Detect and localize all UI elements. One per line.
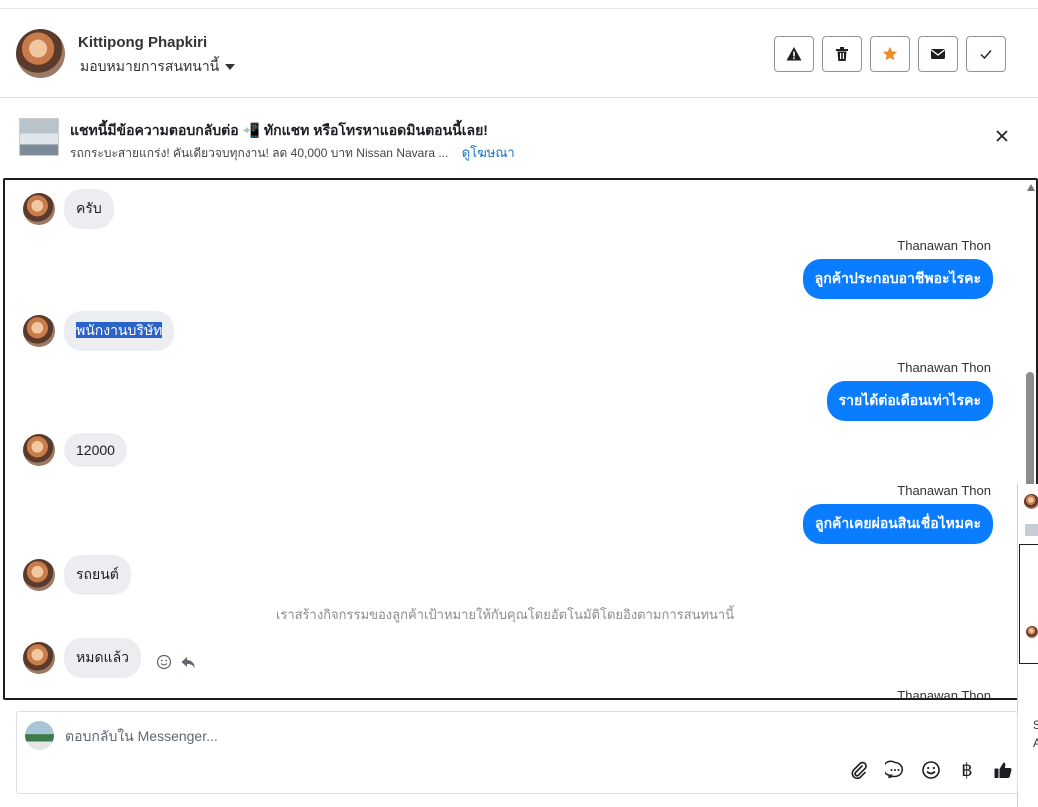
incoming-message: ครับ <box>23 189 114 229</box>
messenger-inbox-page: Kittipong Phapkiri มอบหมายการสนทนานี้ แช… <box>0 0 1038 807</box>
message-bubble[interactable]: รายได้ต่อเดือนเท่าไรคะ <box>826 381 993 421</box>
sender-name: Thanawan Thon <box>897 483 991 498</box>
composer-tools: ฿ <box>849 760 1013 780</box>
message-bubble[interactable]: 12000 <box>64 433 127 467</box>
caret-down-icon <box>225 64 236 70</box>
ad-thumbnail[interactable] <box>1025 524 1038 536</box>
system-note: เราสร้างกิจกรรมของลูกค้าเป้าหมายให้กับคุ… <box>275 607 735 622</box>
panel-box <box>1019 544 1038 664</box>
panel-text: S <box>1033 718 1038 732</box>
sender-name: Thanawan Thon <box>897 360 991 375</box>
done-button[interactable] <box>966 36 1006 72</box>
scrollbar-thumb[interactable] <box>1026 372 1034 502</box>
paperclip-icon <box>851 761 867 780</box>
baht-icon: ฿ <box>961 759 973 780</box>
view-ad-link[interactable]: ดูโฆษณา <box>462 145 515 160</box>
contact-avatar[interactable] <box>1024 494 1038 509</box>
thumbs-up-icon <box>994 762 1012 778</box>
chat-bubble-icon <box>885 760 903 779</box>
scroll-up-arrow-icon[interactable] <box>1027 184 1035 191</box>
incoming-message: พนักงานบริษัท <box>23 311 175 351</box>
contact-avatar[interactable] <box>23 642 55 674</box>
message-bubble[interactable]: ลูกค้าประกอบอาชีพอะไรคะ <box>802 259 993 299</box>
emoji-button[interactable] <box>921 760 941 780</box>
ad-banner: แชทนี้มีข้อความตอบกลับต่อ 📲 ทักแชท หรือโ… <box>0 98 1038 178</box>
reply-composer: ฿ <box>16 711 1018 794</box>
message-bubble[interactable]: หมดแล้ว <box>64 638 142 678</box>
like-button[interactable] <box>993 760 1013 780</box>
saved-reply-button[interactable] <box>885 760 905 780</box>
assign-label: มอบหมายการสนทนานี้ <box>80 58 220 74</box>
page-avatar <box>25 721 54 750</box>
check-icon <box>980 50 992 60</box>
contact-avatar[interactable] <box>23 559 55 591</box>
ad-thumbnail[interactable] <box>19 118 59 156</box>
payment-button[interactable]: ฿ <box>957 760 977 780</box>
mark-unread-button[interactable] <box>918 36 958 72</box>
message-tools <box>156 654 196 670</box>
assign-conversation-dropdown[interactable]: มอบหมายการสนทนานี้ <box>80 56 236 78</box>
ad-title: แชทนี้มีข้อความตอบกลับต่อ 📲 ทักแชท หรือโ… <box>70 122 488 138</box>
warning-icon <box>786 47 802 61</box>
incoming-message: หมดแล้ว <box>23 638 196 678</box>
contact-name[interactable]: Kittipong Phapkiri <box>78 34 207 51</box>
contact-avatar[interactable] <box>16 29 65 78</box>
message-thread[interactable]: ครับ Thanawan Thon ลูกค้าประกอบอาชีพอะไร… <box>3 178 1038 700</box>
contact-avatar[interactable] <box>1026 626 1038 638</box>
conversation-header: Kittipong Phapkiri มอบหมายการสนทนานี้ <box>0 8 1038 98</box>
contact-avatar[interactable] <box>23 434 55 466</box>
message-bubble[interactable]: รถยนต์ <box>64 555 131 595</box>
report-button[interactable] <box>774 36 814 72</box>
ad-subtitle: รถกระบะสายแกร่ง! คันเดียวจบทุกงาน! ลด 40… <box>70 146 449 160</box>
attach-button[interactable] <box>849 760 869 780</box>
side-panel-peek: S A <box>1017 484 1038 807</box>
emoji-icon <box>922 761 940 779</box>
sender-name: Thanawan Thon <box>897 238 991 253</box>
close-icon[interactable] <box>994 128 1010 144</box>
star-icon <box>882 46 898 61</box>
envelope-icon <box>931 49 945 59</box>
selected-text: พนักงานบริษัท <box>76 322 163 338</box>
delete-button[interactable] <box>822 36 862 72</box>
trash-icon <box>836 47 848 61</box>
ad-subtitle-row: รถกระบะสายแกร่ง! คันเดียวจบทุกงาน! ลด 40… <box>70 142 515 163</box>
sender-name: Thanawan Thon <box>897 688 991 700</box>
message-bubble[interactable]: พนักงานบริษัท <box>64 311 175 351</box>
message-bubble[interactable]: ลูกค้าเคยผ่อนสินเชื่อไหมคะ <box>802 504 993 544</box>
incoming-message: 12000 <box>23 433 127 467</box>
incoming-message: รถยนต์ <box>23 555 131 595</box>
contact-avatar[interactable] <box>23 315 55 347</box>
contact-avatar[interactable] <box>23 193 55 225</box>
react-emoji-icon[interactable] <box>156 654 172 670</box>
star-button[interactable] <box>870 36 910 72</box>
header-actions <box>774 36 1006 72</box>
reply-icon[interactable] <box>180 654 196 670</box>
message-bubble[interactable]: ครับ <box>64 189 114 229</box>
reply-input[interactable] <box>65 724 865 748</box>
panel-text: A <box>1033 736 1038 750</box>
